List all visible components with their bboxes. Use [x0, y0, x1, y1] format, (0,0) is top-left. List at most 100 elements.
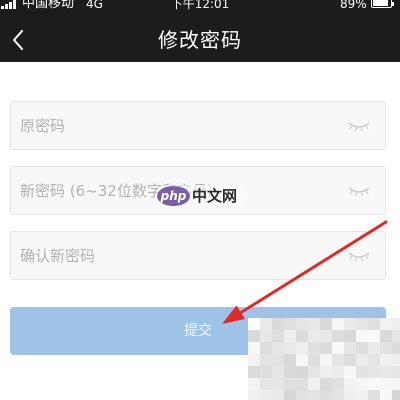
mosaic-cell: [248, 342, 260, 354]
mosaic-cell: [296, 366, 308, 378]
mosaic-cell: [308, 354, 320, 366]
battery-nub: [392, 2, 394, 6]
mosaic-cell: [320, 366, 332, 378]
mosaic-cell: [332, 318, 344, 330]
mosaic-cell: [332, 366, 344, 378]
mosaic-cell: [248, 366, 260, 378]
confirm-password-field: [10, 231, 386, 280]
mosaic-cell: [392, 342, 400, 354]
mosaic-cell: [296, 354, 308, 366]
mosaic-cell: [392, 330, 400, 342]
mosaic-cell: [356, 390, 368, 400]
mosaic-cell: [368, 354, 380, 366]
mosaic-cell: [296, 330, 308, 342]
mosaic-cell: [332, 378, 344, 390]
confirm-password-input[interactable]: [20, 232, 340, 279]
mosaic-cell: [308, 318, 320, 330]
mosaic-cell: [344, 378, 356, 390]
mosaic-cell: [320, 378, 332, 390]
mosaic-cell: [248, 318, 260, 330]
page-title: 修改密码: [158, 28, 242, 52]
mosaic-cell: [344, 330, 356, 342]
mosaic-cell: [320, 390, 332, 400]
battery-level: [373, 0, 388, 6]
mosaic-cell: [392, 318, 400, 330]
eye-closed-icon[interactable]: [348, 251, 370, 262]
mosaic-cell: [284, 366, 296, 378]
mosaic-cell: [320, 354, 332, 366]
mosaic-cell: [356, 366, 368, 378]
mosaic-cell: [272, 318, 284, 330]
mosaic-cell: [332, 354, 344, 366]
mosaic-cell: [296, 342, 308, 354]
old-password-field: [10, 101, 386, 150]
mosaic-cell: [380, 354, 392, 366]
mosaic-cell: [344, 366, 356, 378]
mosaic-cell: [296, 390, 308, 400]
watermark-php-badge: php: [157, 186, 190, 206]
mosaic-cell: [296, 378, 308, 390]
mosaic-cell: [368, 318, 380, 330]
mosaic-cell: [392, 390, 400, 400]
battery-percent: 89%: [340, 0, 367, 11]
mosaic-cell: [380, 390, 392, 400]
mosaic-cell: [284, 378, 296, 390]
mosaic-cell: [296, 318, 308, 330]
mosaic-cell: [260, 366, 272, 378]
mosaic-cell: [284, 330, 296, 342]
pixelated-mosaic: [248, 318, 400, 400]
mosaic-cell: [284, 342, 296, 354]
mosaic-cell: [272, 390, 284, 400]
mosaic-cell: [308, 342, 320, 354]
mosaic-cell: [356, 318, 368, 330]
watermark-logo: php 中文网: [156, 185, 248, 207]
mosaic-cell: [284, 390, 296, 400]
mosaic-cell: [344, 354, 356, 366]
mosaic-cell: [392, 354, 400, 366]
mosaic-cell: [356, 378, 368, 390]
mosaic-cell: [344, 342, 356, 354]
mosaic-cell: [380, 318, 392, 330]
mosaic-cell: [260, 390, 272, 400]
mosaic-cell: [356, 330, 368, 342]
mosaic-cell: [272, 342, 284, 354]
mosaic-cell: [272, 354, 284, 366]
mosaic-cell: [308, 366, 320, 378]
mosaic-cell: [284, 354, 296, 366]
mosaic-cell: [380, 342, 392, 354]
mosaic-cell: [392, 366, 400, 378]
mosaic-cell: [320, 318, 332, 330]
mosaic-cell: [308, 378, 320, 390]
mosaic-cell: [332, 390, 344, 400]
old-password-input[interactable]: [20, 102, 340, 149]
mosaic-cell: [356, 354, 368, 366]
mosaic-cell: [260, 342, 272, 354]
eye-closed-icon[interactable]: [348, 121, 370, 132]
mosaic-cell: [248, 330, 260, 342]
mosaic-cell: [368, 390, 380, 400]
mosaic-cell: [392, 378, 400, 390]
mosaic-cell: [356, 342, 368, 354]
mosaic-cell: [380, 366, 392, 378]
mosaic-cell: [260, 378, 272, 390]
battery-icon: [371, 0, 392, 8]
mosaic-cell: [320, 342, 332, 354]
mosaic-cell: [344, 318, 356, 330]
mosaic-cell: [308, 330, 320, 342]
mosaic-cell: [272, 366, 284, 378]
mosaic-cell: [368, 366, 380, 378]
mosaic-cell: [248, 390, 260, 400]
watermark-text: 中文网: [192, 187, 238, 205]
mosaic-cell: [368, 378, 380, 390]
eye-closed-icon[interactable]: [348, 186, 370, 197]
mosaic-cell: [272, 330, 284, 342]
mosaic-cell: [320, 330, 332, 342]
mosaic-cell: [308, 390, 320, 400]
mosaic-cell: [380, 378, 392, 390]
mosaic-cell: [332, 330, 344, 342]
mosaic-cell: [344, 390, 356, 400]
mosaic-cell: [368, 342, 380, 354]
mosaic-cell: [260, 318, 272, 330]
mosaic-cell: [248, 354, 260, 366]
app-header: 中国移动 4G 下午12:01 89% 修改密码: [0, 0, 400, 62]
